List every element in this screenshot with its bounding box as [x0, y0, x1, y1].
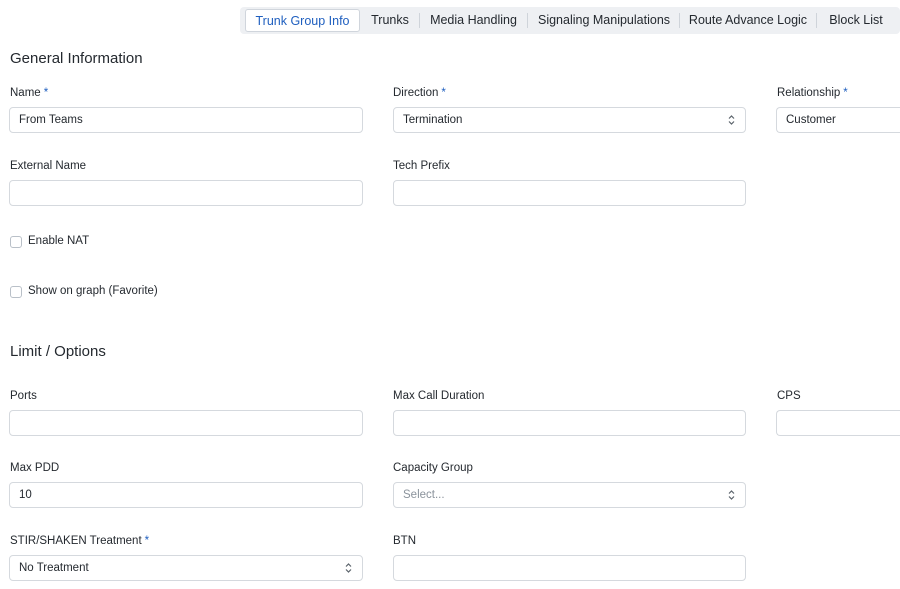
btn-input[interactable] — [393, 555, 746, 581]
stir-shaken-value: No Treatment — [19, 562, 89, 574]
tab-divider — [527, 13, 528, 28]
relationship-value: Customer — [786, 114, 836, 126]
select-caret-icon — [345, 563, 352, 573]
capacity-group-placeholder: Select... — [403, 489, 445, 501]
tab-media-handling[interactable]: Media Handling — [421, 7, 526, 34]
required-marker: * — [144, 535, 150, 547]
tab-bar: Trunk Group Info Trunks Media Handling S… — [240, 7, 900, 34]
btn-label: BTN — [393, 535, 416, 547]
tab-trunk-group-info[interactable]: Trunk Group Info — [245, 9, 360, 32]
direction-value: Termination — [403, 114, 463, 126]
required-marker: * — [843, 87, 848, 99]
external-name-input[interactable] — [9, 180, 363, 206]
direction-label: Direction * — [393, 87, 446, 99]
tab-divider — [419, 13, 420, 28]
cps-label: CPS — [777, 390, 801, 402]
stir-shaken-label: STIR/SHAKEN Treatment * — [10, 535, 150, 547]
stir-shaken-select[interactable]: No Treatment — [9, 555, 363, 581]
tab-route-advance-logic[interactable]: Route Advance Logic — [681, 7, 815, 34]
external-name-label: External Name — [10, 160, 87, 172]
name-label: Name * — [10, 87, 49, 99]
capacity-group-label: Capacity Group — [393, 462, 473, 474]
show-on-graph-checkbox[interactable] — [10, 286, 22, 298]
tech-prefix-input[interactable] — [393, 180, 746, 206]
tech-prefix-label: Tech Prefix — [393, 160, 450, 172]
capacity-group-select[interactable]: Select... — [393, 482, 746, 508]
section-title-general: General Information — [10, 50, 143, 67]
tab-divider — [679, 13, 680, 28]
relationship-select[interactable]: Customer — [776, 107, 900, 133]
tab-block-list[interactable]: Block List — [818, 7, 894, 34]
max-pdd-input[interactable] — [9, 482, 363, 508]
show-on-graph-label: Show on graph (Favorite) — [28, 285, 158, 297]
cps-input[interactable] — [776, 410, 900, 436]
max-call-duration-label: Max Call Duration — [393, 390, 485, 402]
relationship-label: Relationship * — [777, 87, 848, 99]
max-call-duration-input[interactable] — [393, 410, 746, 436]
direction-select[interactable]: Termination — [393, 107, 746, 133]
name-input[interactable] — [9, 107, 363, 133]
section-title-limits: Limit / Options — [10, 343, 106, 360]
tab-trunks[interactable]: Trunks — [362, 7, 418, 34]
ports-label: Ports — [10, 390, 37, 402]
select-caret-icon — [728, 490, 735, 500]
tab-signaling-manipulations[interactable]: Signaling Manipulations — [529, 7, 679, 34]
ports-input[interactable] — [9, 410, 363, 436]
select-caret-icon — [728, 115, 735, 125]
tab-divider — [816, 13, 817, 28]
required-marker: * — [43, 87, 49, 99]
max-pdd-label: Max PDD — [10, 462, 60, 474]
enable-nat-checkbox[interactable] — [10, 236, 22, 248]
enable-nat-label: Enable NAT — [28, 235, 90, 247]
required-marker: * — [441, 87, 446, 99]
